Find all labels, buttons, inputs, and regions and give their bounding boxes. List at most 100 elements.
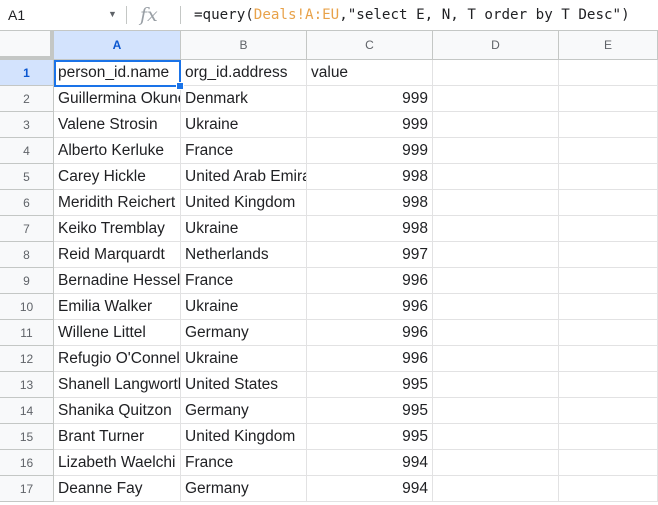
- cell-e10[interactable]: [559, 294, 658, 320]
- cell-a15[interactable]: Brant Turner: [54, 424, 181, 450]
- row-header-4[interactable]: 4: [0, 138, 54, 164]
- cell-e16[interactable]: [559, 450, 658, 476]
- cell-e6[interactable]: [559, 190, 658, 216]
- cell-e12[interactable]: [559, 346, 658, 372]
- formula-input[interactable]: =query(Deals!A:EU ,"select E, N, T order …: [194, 0, 630, 30]
- cell-e8[interactable]: [559, 242, 658, 268]
- cell-a11[interactable]: Willene Littel: [54, 320, 181, 346]
- cell-d11[interactable]: [433, 320, 559, 346]
- cell-a3[interactable]: Valene Strosin: [54, 112, 181, 138]
- row-header-5[interactable]: 5: [0, 164, 54, 190]
- row-header-17[interactable]: 17: [0, 476, 54, 502]
- cell-d17[interactable]: [433, 476, 559, 502]
- cell-c6[interactable]: 998: [307, 190, 433, 216]
- cell-c16[interactable]: 994: [307, 450, 433, 476]
- row-header-7[interactable]: 7: [0, 216, 54, 242]
- cell-c11[interactable]: 996: [307, 320, 433, 346]
- row-header-3[interactable]: 3: [0, 112, 54, 138]
- row-header-12[interactable]: 12: [0, 346, 54, 372]
- row-header-9[interactable]: 9: [0, 268, 54, 294]
- row-header-1[interactable]: 1: [0, 60, 54, 86]
- cell-e11[interactable]: [559, 320, 658, 346]
- cell-d9[interactable]: [433, 268, 559, 294]
- cell-c8[interactable]: 997: [307, 242, 433, 268]
- cell-b7[interactable]: Ukraine: [181, 216, 307, 242]
- row-header-2[interactable]: 2: [0, 86, 54, 112]
- cell-b8[interactable]: Netherlands: [181, 242, 307, 268]
- cell-a4[interactable]: Alberto Kerluke: [54, 138, 181, 164]
- cell-a2[interactable]: Guillermina Okuneva: [54, 86, 181, 112]
- cell-c1[interactable]: value: [307, 60, 433, 86]
- cell-b10[interactable]: Ukraine: [181, 294, 307, 320]
- cell-e15[interactable]: [559, 424, 658, 450]
- row-header-16[interactable]: 16: [0, 450, 54, 476]
- cell-b14[interactable]: Germany: [181, 398, 307, 424]
- cell-c3[interactable]: 999: [307, 112, 433, 138]
- column-header-c[interactable]: C: [307, 31, 433, 60]
- cell-e4[interactable]: [559, 138, 658, 164]
- cell-c7[interactable]: 998: [307, 216, 433, 242]
- cell-d3[interactable]: [433, 112, 559, 138]
- cell-d12[interactable]: [433, 346, 559, 372]
- row-header-15[interactable]: 15: [0, 424, 54, 450]
- cell-b13[interactable]: United States: [181, 372, 307, 398]
- cell-a10[interactable]: Emilia Walker: [54, 294, 181, 320]
- cell-e2[interactable]: [559, 86, 658, 112]
- column-header-d[interactable]: D: [433, 31, 559, 60]
- cell-b16[interactable]: France: [181, 450, 307, 476]
- cell-d8[interactable]: [433, 242, 559, 268]
- column-header-e[interactable]: E: [559, 31, 658, 60]
- cell-a14[interactable]: Shanika Quitzon: [54, 398, 181, 424]
- cell-b12[interactable]: Ukraine: [181, 346, 307, 372]
- cell-c17[interactable]: 994: [307, 476, 433, 502]
- cell-b1[interactable]: org_id.address: [181, 60, 307, 86]
- cell-d1[interactable]: [433, 60, 559, 86]
- cell-a1[interactable]: person_id.name: [54, 60, 181, 86]
- cell-a7[interactable]: Keiko Tremblay: [54, 216, 181, 242]
- cell-e3[interactable]: [559, 112, 658, 138]
- cell-e1[interactable]: [559, 60, 658, 86]
- row-header-10[interactable]: 10: [0, 294, 54, 320]
- cell-d2[interactable]: [433, 86, 559, 112]
- cell-c14[interactable]: 995: [307, 398, 433, 424]
- cell-d5[interactable]: [433, 164, 559, 190]
- cell-d6[interactable]: [433, 190, 559, 216]
- cell-c12[interactable]: 996: [307, 346, 433, 372]
- cell-c10[interactable]: 996: [307, 294, 433, 320]
- cell-b5[interactable]: United Arab Emirates: [181, 164, 307, 190]
- row-header-11[interactable]: 11: [0, 320, 54, 346]
- cell-c13[interactable]: 995: [307, 372, 433, 398]
- cell-b3[interactable]: Ukraine: [181, 112, 307, 138]
- cell-c15[interactable]: 995: [307, 424, 433, 450]
- cell-a13[interactable]: Shanell Langworth: [54, 372, 181, 398]
- cell-d13[interactable]: [433, 372, 559, 398]
- cell-b17[interactable]: Germany: [181, 476, 307, 502]
- cell-c2[interactable]: 999: [307, 86, 433, 112]
- row-header-13[interactable]: 13: [0, 372, 54, 398]
- cell-b11[interactable]: Germany: [181, 320, 307, 346]
- cell-b15[interactable]: United Kingdom: [181, 424, 307, 450]
- cell-a5[interactable]: Carey Hickle: [54, 164, 181, 190]
- cell-e7[interactable]: [559, 216, 658, 242]
- cell-d10[interactable]: [433, 294, 559, 320]
- cell-b6[interactable]: United Kingdom: [181, 190, 307, 216]
- cell-e14[interactable]: [559, 398, 658, 424]
- cell-d14[interactable]: [433, 398, 559, 424]
- cell-d4[interactable]: [433, 138, 559, 164]
- cell-c4[interactable]: 999: [307, 138, 433, 164]
- cell-d7[interactable]: [433, 216, 559, 242]
- cell-e5[interactable]: [559, 164, 658, 190]
- cell-d16[interactable]: [433, 450, 559, 476]
- cell-a9[interactable]: Bernadine Hessel: [54, 268, 181, 294]
- cell-c9[interactable]: 996: [307, 268, 433, 294]
- column-header-a[interactable]: A: [54, 31, 181, 60]
- cell-a17[interactable]: Deanne Fay: [54, 476, 181, 502]
- row-header-8[interactable]: 8: [0, 242, 54, 268]
- row-header-6[interactable]: 6: [0, 190, 54, 216]
- name-box[interactable]: A1 ▼: [0, 0, 124, 30]
- cell-b9[interactable]: France: [181, 268, 307, 294]
- select-all-corner[interactable]: [0, 31, 54, 60]
- cell-d15[interactable]: [433, 424, 559, 450]
- cell-c5[interactable]: 998: [307, 164, 433, 190]
- cell-a6[interactable]: Meridith Reichert: [54, 190, 181, 216]
